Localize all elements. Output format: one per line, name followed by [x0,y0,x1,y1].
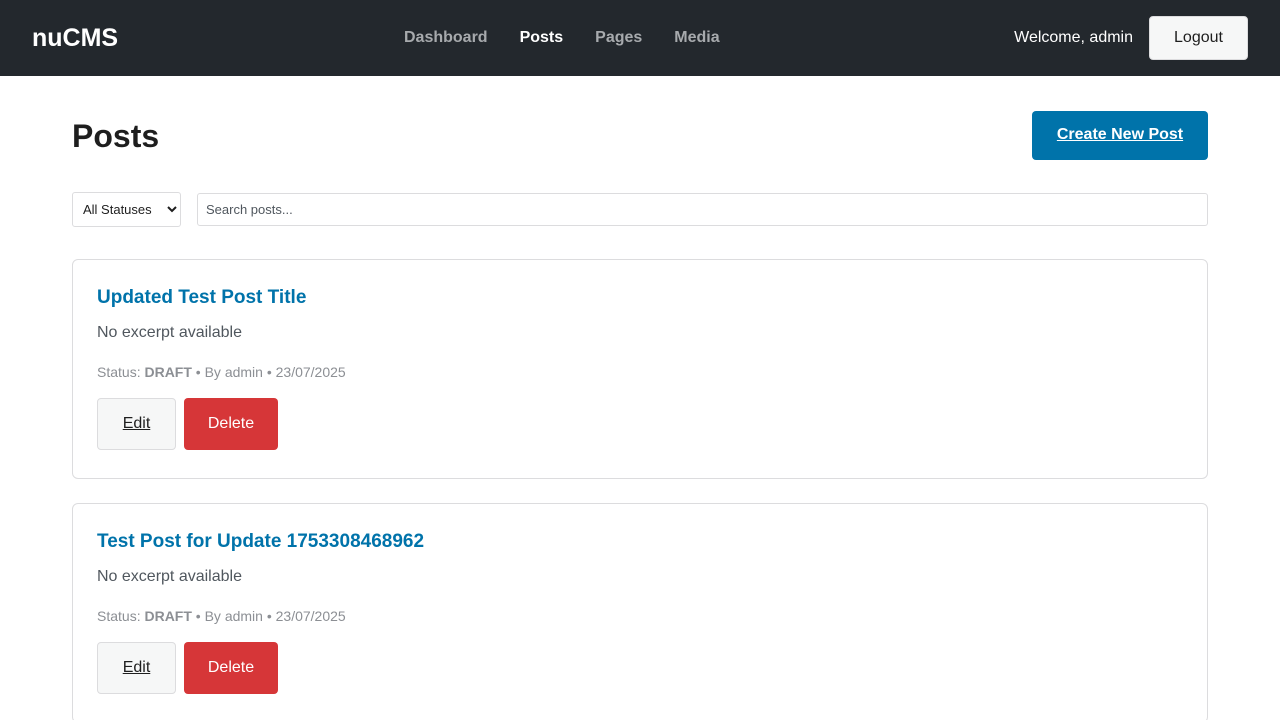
delete-button[interactable]: Delete [184,642,278,694]
post-excerpt: No excerpt available [97,568,242,585]
logout-button[interactable]: Logout [1149,16,1248,60]
post-meta: Status: DRAFT • By admin • 23/07/2025 [97,364,1183,380]
post-actions: Edit Delete [97,642,1183,694]
nav-item-media[interactable]: Media [674,29,719,47]
post-excerpt: No excerpt available [97,324,242,341]
nav-item-pages[interactable]: Pages [595,29,642,47]
post-author: • By admin [191,364,263,380]
brand-logo[interactable]: nuCMS [32,24,118,53]
post-card: Updated Test Post Title No excerpt avail… [72,259,1208,479]
post-date: • 23/07/2025 [262,608,346,624]
search-posts-input[interactable] [197,192,1208,226]
post-title-link[interactable]: Updated Test Post Title [97,287,1183,309]
status-prefix: Status: [97,608,145,624]
edit-button[interactable]: Edit [97,398,176,450]
status-badge: DRAFT [144,364,192,380]
post-author: • By admin [191,608,263,624]
page-title: Posts [72,117,160,154]
nav-item-dashboard[interactable]: Dashboard [404,29,488,47]
create-new-post-button[interactable]: Create New Post [1032,110,1208,160]
status-badge: DRAFT [144,608,192,624]
status-prefix: Status: [97,364,145,380]
post-title-link[interactable]: Test Post for Update 1753308468962 [97,531,1183,553]
post-actions: Edit Delete [97,398,1183,450]
main-content: Posts Create New Post All Statuses Updat… [0,76,1280,720]
page-header: Posts Create New Post [72,76,1208,192]
welcome-text: Welcome, admin [1014,29,1133,46]
user-area: Welcome, admin Logout [1014,16,1248,60]
post-meta: Status: DRAFT • By admin • 23/07/2025 [97,608,1183,624]
main-nav: Dashboard Posts Pages Media [404,0,720,76]
delete-button[interactable]: Delete [184,398,278,450]
post-date: • 23/07/2025 [262,364,346,380]
filter-bar: All Statuses [72,191,1208,227]
nav-item-posts[interactable]: Posts [520,29,564,47]
top-navigation-bar: nuCMS Dashboard Posts Pages Media Welcom… [0,0,1280,76]
status-filter-select[interactable]: All Statuses [72,191,181,227]
post-card: Test Post for Update 1753308468962 No ex… [72,503,1208,720]
edit-button[interactable]: Edit [97,642,176,694]
